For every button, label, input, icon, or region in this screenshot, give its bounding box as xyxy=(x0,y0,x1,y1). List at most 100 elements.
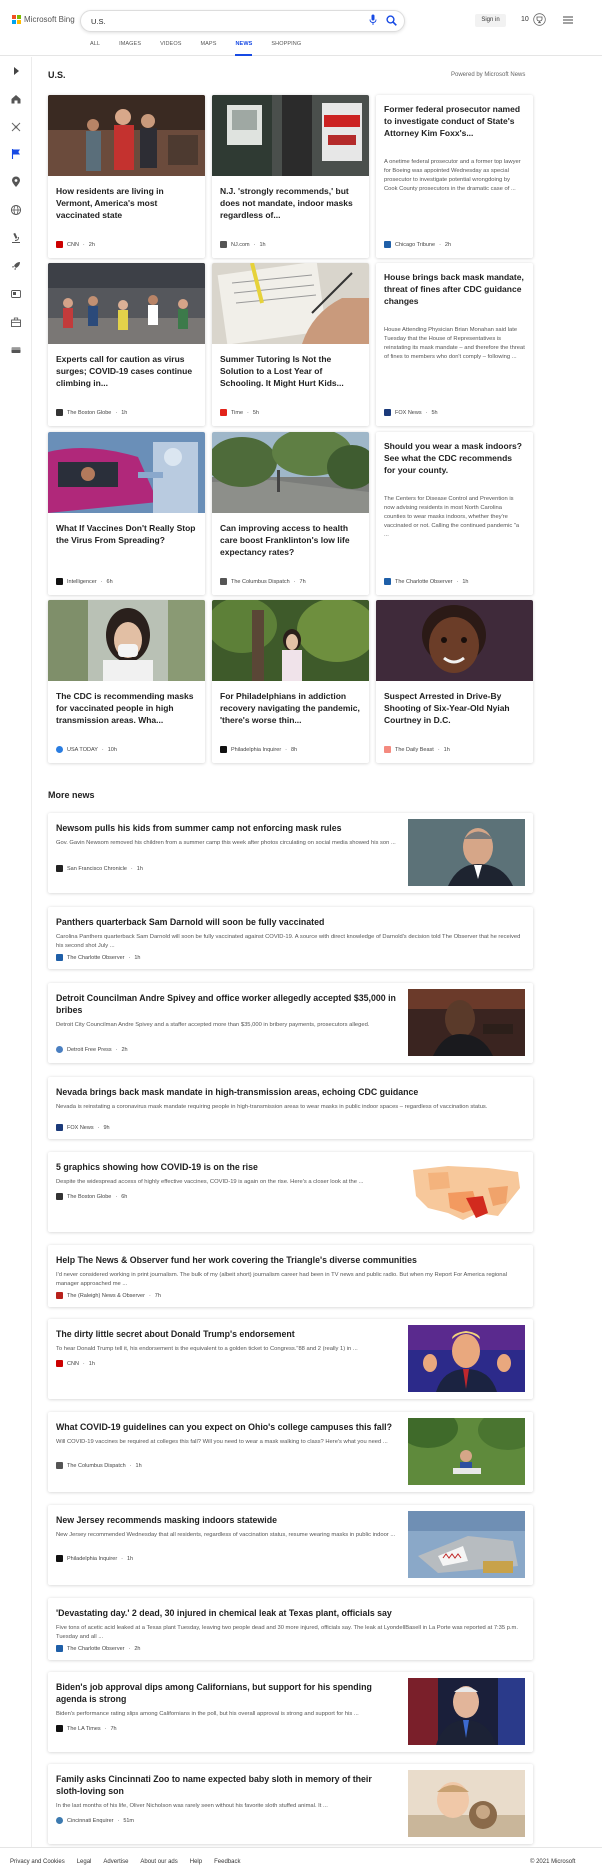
news-card[interactable]: Experts call for caution as virus surges… xyxy=(48,263,205,426)
news-card[interactable]: Can improving access to health care boos… xyxy=(212,432,369,595)
sports-icon[interactable] xyxy=(10,121,22,133)
news-headline[interactable]: The dirty little secret about Donald Tru… xyxy=(56,1328,396,1340)
news-list-item[interactable]: Panthers quarterback Sam Darnold will so… xyxy=(48,907,533,969)
news-headline[interactable]: Panthers quarterback Sam Darnold will so… xyxy=(56,916,526,928)
flag-icon[interactable] xyxy=(10,148,22,160)
news-list-item[interactable]: 5 graphics showing how COVID-19 is on th… xyxy=(48,1152,533,1232)
tab-images[interactable]: IMAGES xyxy=(119,41,141,56)
footer-link-help[interactable]: Help xyxy=(190,1859,202,1865)
news-headline[interactable]: Experts call for caution as virus surges… xyxy=(56,353,197,391)
footer-link-advertise[interactable]: Advertise xyxy=(103,1859,128,1865)
news-list-item[interactable]: Family asks Cincinnati Zoo to name expec… xyxy=(48,1764,533,1844)
news-card[interactable]: For Philadelphians in addiction recovery… xyxy=(212,600,369,763)
news-headline[interactable]: Detroit Councilman Andre Spivey and offi… xyxy=(56,992,396,1016)
home-icon[interactable] xyxy=(10,93,22,105)
business-icon[interactable] xyxy=(10,316,22,328)
news-headline[interactable]: Former federal prosecutor named to inves… xyxy=(384,103,525,152)
search-box[interactable] xyxy=(80,10,405,32)
news-headline[interactable]: New Jersey recommends masking indoors st… xyxy=(56,1514,396,1526)
footer-link-privacy[interactable]: Privacy and Cookies xyxy=(10,1859,65,1865)
news-headline[interactable]: What COVID-19 guidelines can you expect … xyxy=(56,1421,396,1433)
menu-icon[interactable] xyxy=(563,16,573,24)
news-headline[interactable]: How residents are living in Vermont, Ame… xyxy=(56,185,197,223)
news-list-item[interactable]: Biden's job approval dips among Californ… xyxy=(48,1672,533,1752)
news-headline[interactable]: What If Vaccines Don't Really Stop the V… xyxy=(56,522,197,560)
source-logo-icon xyxy=(56,1725,63,1732)
source-logo-icon xyxy=(56,1046,63,1053)
bing-logo[interactable]: Microsoft Bing xyxy=(12,15,75,24)
news-source: FOX News · 5h xyxy=(384,409,438,416)
microphone-icon[interactable] xyxy=(369,14,377,26)
tab-maps[interactable]: MAPS xyxy=(200,41,216,56)
news-thumbnail xyxy=(408,1418,525,1485)
news-headline[interactable]: House brings back mask mandate, threat o… xyxy=(384,271,525,320)
rewards-count[interactable]: 10 xyxy=(521,16,529,23)
microscope-icon[interactable] xyxy=(10,232,22,244)
news-headline[interactable]: Can improving access to health care boos… xyxy=(220,522,361,560)
news-headline[interactable]: Summer Tutoring Is Not the Solution to a… xyxy=(220,353,361,391)
news-list-item[interactable]: Newsom pulls his kids from summer camp n… xyxy=(48,813,533,893)
news-headline[interactable]: Biden's job approval dips among Californ… xyxy=(56,1681,396,1705)
location-icon[interactable] xyxy=(10,176,22,188)
news-source: Time · 5h xyxy=(220,409,259,416)
news-card[interactable]: Should you wear a mask indoors? See what… xyxy=(376,432,533,595)
news-card[interactable]: N.J. 'strongly recommends,' but does not… xyxy=(212,95,369,258)
news-list-item[interactable]: What COVID-19 guidelines can you expect … xyxy=(48,1412,533,1492)
section-title: U.S. xyxy=(48,70,66,80)
source-logo-icon xyxy=(56,1124,63,1131)
expand-icon[interactable] xyxy=(10,65,22,77)
news-source: The Charlotte Observer · 2h xyxy=(56,1645,140,1652)
science-rocket-icon[interactable] xyxy=(10,260,22,272)
news-list-item[interactable]: Nevada brings back mask mandate in high-… xyxy=(48,1077,533,1139)
tab-news[interactable]: NEWS xyxy=(235,41,253,56)
news-headline[interactable]: 5 graphics showing how COVID-19 is on th… xyxy=(56,1161,396,1173)
news-headline[interactable]: The CDC is recommending masks for vaccin… xyxy=(56,690,197,728)
tab-all[interactable]: ALL xyxy=(90,41,100,56)
news-snippet: I'd never considered working in print jo… xyxy=(56,1272,508,1287)
news-thumbnail xyxy=(212,263,369,344)
footer-link-about-ads[interactable]: About our ads xyxy=(140,1859,177,1865)
news-source: Philadelphia Inquirer · 8h xyxy=(220,746,297,753)
money-icon[interactable] xyxy=(10,344,22,356)
globe-icon[interactable] xyxy=(10,204,22,216)
news-source: The Charlotte Observer · 1h xyxy=(384,578,468,585)
news-snippet: Five tons of acetic acid leaked at a Tex… xyxy=(56,1625,518,1640)
news-list-item[interactable]: 'Devastating day.' 2 dead, 30 injured in… xyxy=(48,1598,533,1660)
news-headline[interactable]: Nevada brings back mask mandate in high-… xyxy=(56,1086,526,1098)
news-list-item[interactable]: Detroit Councilman Andre Spivey and offi… xyxy=(48,983,533,1063)
footer-link-feedback[interactable]: Feedback xyxy=(214,1859,240,1865)
news-thumbnail xyxy=(212,600,369,681)
news-card[interactable]: The CDC is recommending masks for vaccin… xyxy=(48,600,205,763)
news-headline[interactable]: N.J. 'strongly recommends,' but does not… xyxy=(220,185,361,223)
news-headline[interactable]: For Philadelphians in addiction recovery… xyxy=(220,690,361,728)
tab-shopping[interactable]: SHOPPING xyxy=(271,41,301,56)
powered-by-label[interactable]: Powered by Microsoft News xyxy=(451,72,525,78)
tab-videos[interactable]: VIDEOS xyxy=(160,41,181,56)
news-list-item[interactable]: New Jersey recommends masking indoors st… xyxy=(48,1505,533,1585)
news-headline[interactable]: Family asks Cincinnati Zoo to name expec… xyxy=(56,1773,396,1797)
news-source: The Boston Globe · 6h xyxy=(56,1193,127,1200)
news-source: The Columbus Dispatch · 1h xyxy=(56,1462,142,1469)
sign-in-button[interactable]: Sign in xyxy=(475,14,506,27)
search-icon[interactable] xyxy=(386,15,397,26)
news-card[interactable]: Summer Tutoring Is Not the Solution to a… xyxy=(212,263,369,426)
rewards-trophy-icon[interactable] xyxy=(533,13,546,26)
news-snippet: Will COVID-19 vaccines be required at co… xyxy=(56,1439,388,1445)
news-headline[interactable]: Newsom pulls his kids from summer camp n… xyxy=(56,822,396,834)
news-headline[interactable]: Should you wear a mask indoors? See what… xyxy=(384,440,525,489)
news-card[interactable]: Suspect Arrested in Drive-By Shooting of… xyxy=(376,600,533,763)
news-card[interactable]: Former federal prosecutor named to inves… xyxy=(376,95,533,258)
news-headline[interactable]: Help The News & Observer fund her work c… xyxy=(56,1254,526,1266)
news-card[interactable]: What If Vaccines Don't Really Stop the V… xyxy=(48,432,205,595)
news-headline[interactable]: Suspect Arrested in Drive-By Shooting of… xyxy=(384,690,525,728)
news-snippet: New Jersey recommended Wednesday that al… xyxy=(56,1532,396,1538)
news-headline[interactable]: 'Devastating day.' 2 dead, 30 injured in… xyxy=(56,1607,526,1619)
source-logo-icon xyxy=(56,954,63,961)
footer-link-legal[interactable]: Legal xyxy=(77,1859,92,1865)
news-list-item[interactable]: The dirty little secret about Donald Tru… xyxy=(48,1319,533,1399)
search-input[interactable] xyxy=(91,14,331,29)
news-card[interactable]: House brings back mask mandate, threat o… xyxy=(376,263,533,426)
news-card[interactable]: How residents are living in Vermont, Ame… xyxy=(48,95,205,258)
entertainment-icon[interactable] xyxy=(10,288,22,300)
news-list-item[interactable]: Help The News & Observer fund her work c… xyxy=(48,1245,533,1307)
